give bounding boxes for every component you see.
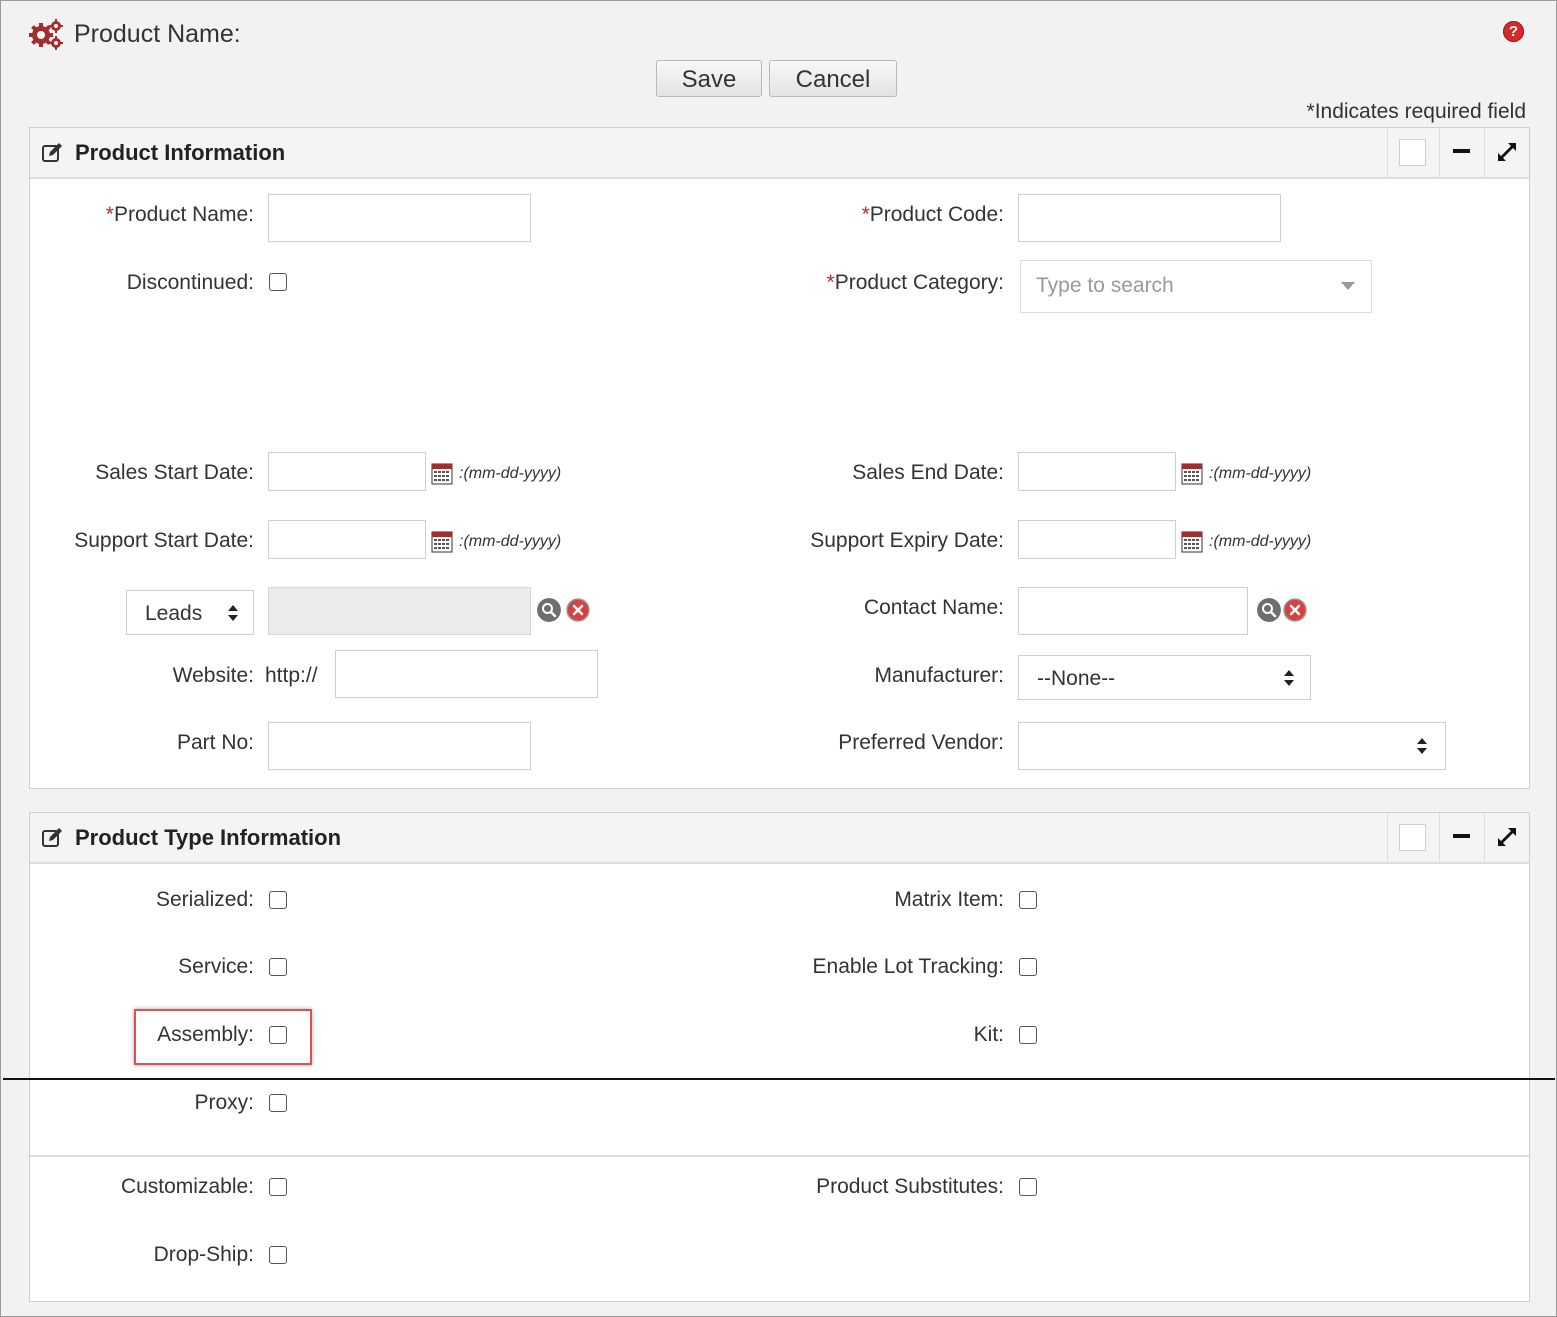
minimize-icon[interactable] bbox=[1453, 149, 1470, 153]
product-substitutes-label: Product Substitutes: bbox=[816, 1175, 1004, 1198]
manufacturer-label: Manufacturer: bbox=[874, 664, 1004, 687]
product-code-label: *Product Code: bbox=[861, 203, 1004, 226]
sales-end-date-input[interactable] bbox=[1018, 452, 1176, 491]
enable-lot-tracking-label: Enable Lot Tracking: bbox=[812, 955, 1004, 978]
calendar-icon[interactable] bbox=[431, 463, 453, 485]
matrix-item-label: Matrix Item: bbox=[894, 888, 1004, 911]
support-expiry-date-label: Support Expiry Date: bbox=[810, 529, 1004, 552]
proxy-checkbox[interactable] bbox=[269, 1094, 287, 1112]
support-start-date-input[interactable] bbox=[268, 520, 426, 559]
panel-title: Product Information bbox=[75, 140, 286, 165]
enable-lot-tracking-checkbox[interactable] bbox=[1019, 958, 1037, 976]
required-note: *Indicates required field bbox=[1306, 100, 1526, 123]
product-substitutes-checkbox[interactable] bbox=[1019, 1178, 1037, 1196]
related-record-input[interactable] bbox=[268, 587, 531, 635]
kit-checkbox[interactable] bbox=[1019, 1026, 1037, 1044]
section-divider bbox=[30, 1155, 1529, 1157]
matrix-item-checkbox[interactable] bbox=[1019, 891, 1037, 909]
drop-ship-label: Drop-Ship: bbox=[153, 1243, 254, 1266]
edit-icon bbox=[42, 828, 62, 847]
manufacturer-select[interactable]: --None-- bbox=[1018, 655, 1311, 700]
search-icon[interactable] bbox=[1257, 598, 1281, 622]
preferred-vendor-select[interactable] bbox=[1018, 722, 1446, 770]
help-icon[interactable]: ? bbox=[1503, 21, 1524, 42]
clear-icon[interactable] bbox=[566, 598, 590, 622]
calendar-icon[interactable] bbox=[431, 531, 453, 553]
updown-icon bbox=[1284, 670, 1294, 686]
discontinued-checkbox[interactable] bbox=[269, 273, 287, 291]
box-icon[interactable] bbox=[1399, 139, 1426, 166]
clear-icon[interactable] bbox=[1283, 598, 1307, 622]
related-type-select[interactable]: Leads bbox=[126, 590, 254, 635]
date-format-hint: :(mm-dd-yyyy) bbox=[1209, 465, 1312, 482]
expand-icon[interactable] bbox=[1496, 141, 1518, 163]
panel-header: Product Information bbox=[30, 128, 1529, 179]
calendar-icon[interactable] bbox=[1181, 463, 1203, 485]
minimize-icon[interactable] bbox=[1453, 834, 1470, 838]
service-label: Service: bbox=[178, 955, 254, 978]
calendar-icon[interactable] bbox=[1181, 531, 1203, 553]
panel-header: Product Type Information bbox=[30, 813, 1529, 864]
product-name-label: *Product Name: bbox=[105, 203, 254, 226]
serialized-checkbox[interactable] bbox=[269, 891, 287, 909]
category-placeholder: Type to search bbox=[1036, 274, 1174, 297]
page-title: Product Name: bbox=[74, 20, 241, 48]
part-no-label: Part No: bbox=[176, 731, 254, 754]
website-label: Website: bbox=[172, 664, 254, 687]
product-category-label: *Product Category: bbox=[826, 271, 1004, 294]
panel-controls bbox=[1387, 128, 1529, 177]
edit-icon bbox=[42, 143, 62, 162]
product-code-input[interactable] bbox=[1018, 194, 1281, 242]
chevron-down-icon bbox=[1341, 282, 1355, 290]
customizable-label: Customizable: bbox=[120, 1175, 254, 1198]
product-category-select[interactable]: Type to search bbox=[1020, 260, 1372, 313]
sales-end-date-label: Sales End Date: bbox=[852, 461, 1004, 484]
kit-label: Kit: bbox=[973, 1023, 1004, 1046]
discontinued-label: Discontinued: bbox=[126, 271, 254, 294]
expand-icon[interactable] bbox=[1496, 826, 1518, 848]
save-button[interactable]: Save bbox=[656, 60, 762, 97]
website-prefix: http:// bbox=[265, 664, 318, 687]
stitch-divider bbox=[3, 1078, 1555, 1080]
product-name-input[interactable] bbox=[268, 194, 531, 242]
contact-name-input[interactable] bbox=[1018, 587, 1248, 635]
date-format-hint: :(mm-dd-yyyy) bbox=[459, 465, 562, 482]
proxy-label: Proxy: bbox=[194, 1091, 254, 1114]
serialized-label: Serialized: bbox=[155, 888, 254, 911]
box-icon[interactable] bbox=[1399, 824, 1426, 851]
sales-start-date-input[interactable] bbox=[268, 452, 426, 491]
support-expiry-date-input[interactable] bbox=[1018, 520, 1176, 559]
assembly-highlight bbox=[134, 1009, 312, 1065]
product-information-panel: Product Information *Product Name: *Prod… bbox=[29, 127, 1530, 789]
part-no-input[interactable] bbox=[268, 722, 531, 770]
cancel-button[interactable]: Cancel bbox=[769, 60, 897, 97]
panel-controls bbox=[1387, 813, 1529, 862]
customizable-checkbox[interactable] bbox=[269, 1178, 287, 1196]
preferred-vendor-label: Preferred Vendor: bbox=[838, 731, 1004, 754]
sales-start-date-label: Sales Start Date: bbox=[95, 461, 254, 484]
related-type-value: Leads bbox=[145, 602, 203, 625]
search-icon[interactable] bbox=[537, 598, 561, 622]
drop-ship-checkbox[interactable] bbox=[269, 1246, 287, 1264]
updown-icon bbox=[228, 605, 238, 621]
date-format-hint: :(mm-dd-yyyy) bbox=[459, 533, 562, 550]
support-start-date-label: Support Start Date: bbox=[74, 529, 254, 552]
date-format-hint: :(mm-dd-yyyy) bbox=[1209, 533, 1312, 550]
panel-title: Product Type Information bbox=[75, 825, 342, 850]
updown-icon bbox=[1417, 738, 1427, 754]
contact-name-label: Contact Name: bbox=[863, 596, 1004, 619]
website-input[interactable] bbox=[335, 650, 598, 698]
manufacturer-value: --None-- bbox=[1037, 667, 1116, 690]
gears-icon bbox=[29, 19, 63, 50]
service-checkbox[interactable] bbox=[269, 958, 287, 976]
